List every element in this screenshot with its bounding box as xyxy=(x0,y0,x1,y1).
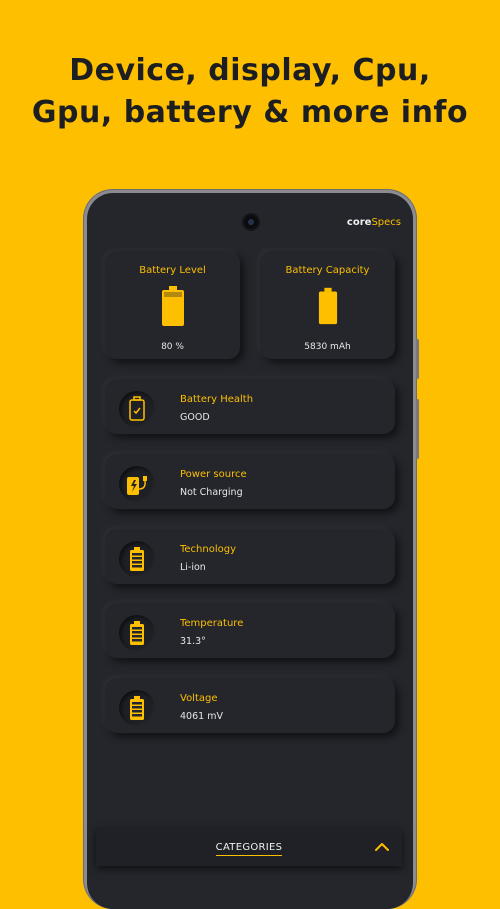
tile-value: 80 % xyxy=(161,342,184,352)
tile-title: Battery Capacity xyxy=(285,265,370,276)
row-value: GOOD xyxy=(180,412,210,423)
headline-line-1: Device, display, Cpu, xyxy=(69,53,431,88)
row-voltage[interactable]: Voltage 4061 mV xyxy=(105,678,395,733)
row-value: Not Charging xyxy=(180,487,243,498)
row-temperature[interactable]: Temperature 31.3° xyxy=(105,603,395,658)
power-source-icon xyxy=(119,466,155,502)
brand-specs: Specs xyxy=(371,217,401,228)
row-label: Temperature xyxy=(180,618,244,629)
battery-health-icon xyxy=(119,391,155,427)
battery-level-icon xyxy=(161,286,184,326)
row-label: Technology xyxy=(180,544,237,555)
row-value: Li-ion xyxy=(180,562,206,573)
phone-frame: coreSpecs Battery Level 80 % Battery Cap… xyxy=(83,189,419,909)
categories-bar[interactable]: CATEGORIES xyxy=(96,828,402,866)
battery-level-tile[interactable]: Battery Level 80 % xyxy=(105,251,240,359)
chevron-up-icon[interactable] xyxy=(374,840,390,854)
row-battery-health[interactable]: Battery Health GOOD xyxy=(105,379,395,434)
battery-capacity-tile[interactable]: Battery Capacity 5830 mAh xyxy=(260,251,395,359)
headline-line-2: Gpu, battery & more info xyxy=(31,95,469,130)
app-screen: coreSpecs Battery Level 80 % Battery Cap… xyxy=(87,193,413,909)
row-value: 31.3° xyxy=(180,636,206,647)
front-camera xyxy=(244,215,258,229)
row-label: Power source xyxy=(180,469,247,480)
battery-capacity-icon xyxy=(318,287,337,325)
row-power-source[interactable]: Power source Not Charging xyxy=(105,454,395,509)
tile-title: Battery Level xyxy=(139,265,206,276)
app-brand: coreSpecs xyxy=(347,217,401,228)
volume-button xyxy=(416,339,419,379)
categories-label: CATEGORIES xyxy=(96,842,402,856)
row-value: 4061 mV xyxy=(180,711,223,722)
categories-text: CATEGORIES xyxy=(215,842,283,856)
tile-value: 5830 mAh xyxy=(304,342,351,352)
battery-icon xyxy=(119,615,155,651)
battery-icon xyxy=(119,541,155,577)
row-label: Voltage xyxy=(180,693,218,704)
battery-icon xyxy=(119,690,155,726)
row-technology[interactable]: Technology Li-ion xyxy=(105,529,395,584)
brand-core: core xyxy=(346,217,372,228)
power-button xyxy=(416,399,419,459)
promo-headline: Device, display, Cpu, Gpu, battery & mor… xyxy=(0,50,500,134)
row-label: Battery Health xyxy=(180,394,254,405)
